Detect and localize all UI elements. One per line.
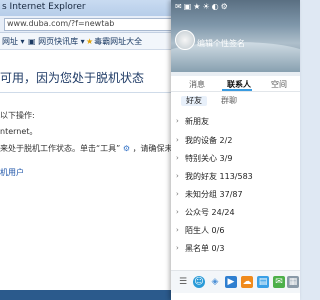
content-line: nternet。: [0, 127, 38, 136]
app-icon[interactable]: ◈: [209, 276, 221, 288]
contact-group[interactable]: › 我的设备 2/2: [171, 132, 300, 149]
header-icons: ✉▣★☀◐⚙: [175, 2, 230, 11]
chevron-right-icon: ›: [176, 244, 179, 252]
chevron-right-icon: ›: [176, 117, 179, 125]
tencent-video-icon[interactable]: ▶: [225, 276, 237, 288]
favorite-item[interactable]: 网址 ▾: [2, 36, 25, 47]
group-label: 新朋友: [185, 117, 209, 126]
contact-group[interactable]: › 我的好友 113/583: [171, 168, 300, 185]
group-label: 未知分组 37/87: [185, 190, 243, 199]
mail-icon[interactable]: ✉: [273, 276, 285, 288]
web-slice-icon: ▣: [28, 37, 36, 46]
subtab-friends[interactable]: 好友: [181, 96, 207, 106]
star-icon: ★: [86, 37, 94, 46]
favorite-label: 毒霸网址大全: [94, 37, 143, 46]
offline-user-link[interactable]: 机用户: [0, 167, 24, 178]
subtab-groups[interactable]: 群聊: [216, 96, 242, 106]
settings-icon[interactable]: ⚙: [221, 2, 230, 11]
content-line: 来处于脱机工作状态。单击“工具” ⚙ ，请确保未选中: [0, 143, 189, 154]
bottom-toolbar: ☰ ☺ ◈ ▶ ☁ ▤ ✉ ▦: [171, 270, 300, 293]
chevron-right-icon: ›: [176, 208, 179, 216]
contact-group[interactable]: › 未知分组 37/87: [171, 186, 300, 203]
contact-group[interactable]: › 黑名单 0/3: [171, 240, 300, 257]
url-text: www.duba.com/?f=newtab: [7, 19, 115, 28]
contact-group[interactable]: › 公众号 24/24: [171, 204, 300, 221]
group-label: 黑名单 0/3: [185, 244, 225, 253]
chevron-right-icon: ›: [176, 136, 179, 144]
url-field[interactable]: www.duba.com/?f=newtab: [4, 18, 178, 31]
tools-gear-icon: ⚙: [122, 144, 131, 153]
nickname[interactable]: 编辑个性签名: [197, 38, 245, 49]
skin-icon[interactable]: ◐: [212, 2, 221, 11]
favorite-label: 网址: [2, 37, 18, 46]
group-label: 公众号 24/24: [185, 208, 235, 217]
group-label: 我的设备 2/2: [185, 136, 233, 145]
group-label: 特别关心 3/9: [185, 154, 233, 163]
contact-group[interactable]: › 陌生人 0/6: [171, 222, 300, 239]
content-line: 以下操作:: [0, 111, 35, 120]
tab-messages[interactable]: 消息: [189, 79, 205, 90]
offline-heading: 可用，因为您处于脱机状态: [0, 71, 145, 85]
add-contact-icon[interactable]: ☺: [193, 276, 205, 288]
app-manager-icon[interactable]: ▦: [287, 276, 299, 288]
group-label: 陌生人 0/6: [185, 226, 225, 235]
avatar[interactable]: [175, 30, 195, 50]
chevron-right-icon: ›: [176, 154, 179, 162]
active-tab-indicator: [222, 89, 252, 91]
qq-panel: ✉▣★☀◐⚙ 编辑个性签名 消息 联系人 空间 好友 群聊 › 新朋友 › 我的…: [171, 0, 300, 300]
weather-icon[interactable]: ☀: [202, 2, 211, 11]
favorite-label: 网页快讯库: [38, 37, 79, 46]
contact-subtabs: 好友 群聊: [171, 93, 300, 109]
chevron-right-icon: ›: [176, 226, 179, 234]
weiyun-icon[interactable]: ☁: [241, 276, 253, 288]
file-icon[interactable]: ▤: [257, 276, 269, 288]
menu-icon[interactable]: ☰: [177, 276, 189, 288]
divider: [0, 92, 178, 93]
contact-group[interactable]: › 特别关心 3/9: [171, 150, 300, 167]
tab-space[interactable]: 空间: [271, 79, 287, 90]
photo-icon[interactable]: ▣: [184, 2, 194, 11]
chevron-right-icon: ›: [176, 190, 179, 198]
favorite-item[interactable]: ★毒霸网址大全: [86, 36, 142, 47]
browser-title: s Internet Explorer: [2, 2, 86, 12]
group-label: 我的好友 113/583: [185, 172, 253, 181]
content-text: 来处于脱机工作状态。单击“工具”: [0, 144, 121, 153]
chevron-right-icon: ›: [176, 172, 179, 180]
favorite-item[interactable]: ▣ 网页快讯库 ▾: [28, 36, 85, 47]
qq-header: ✉▣★☀◐⚙ 编辑个性签名: [171, 0, 300, 72]
mail-icon[interactable]: ✉: [175, 2, 184, 11]
contact-group[interactable]: › 新朋友: [171, 113, 300, 130]
